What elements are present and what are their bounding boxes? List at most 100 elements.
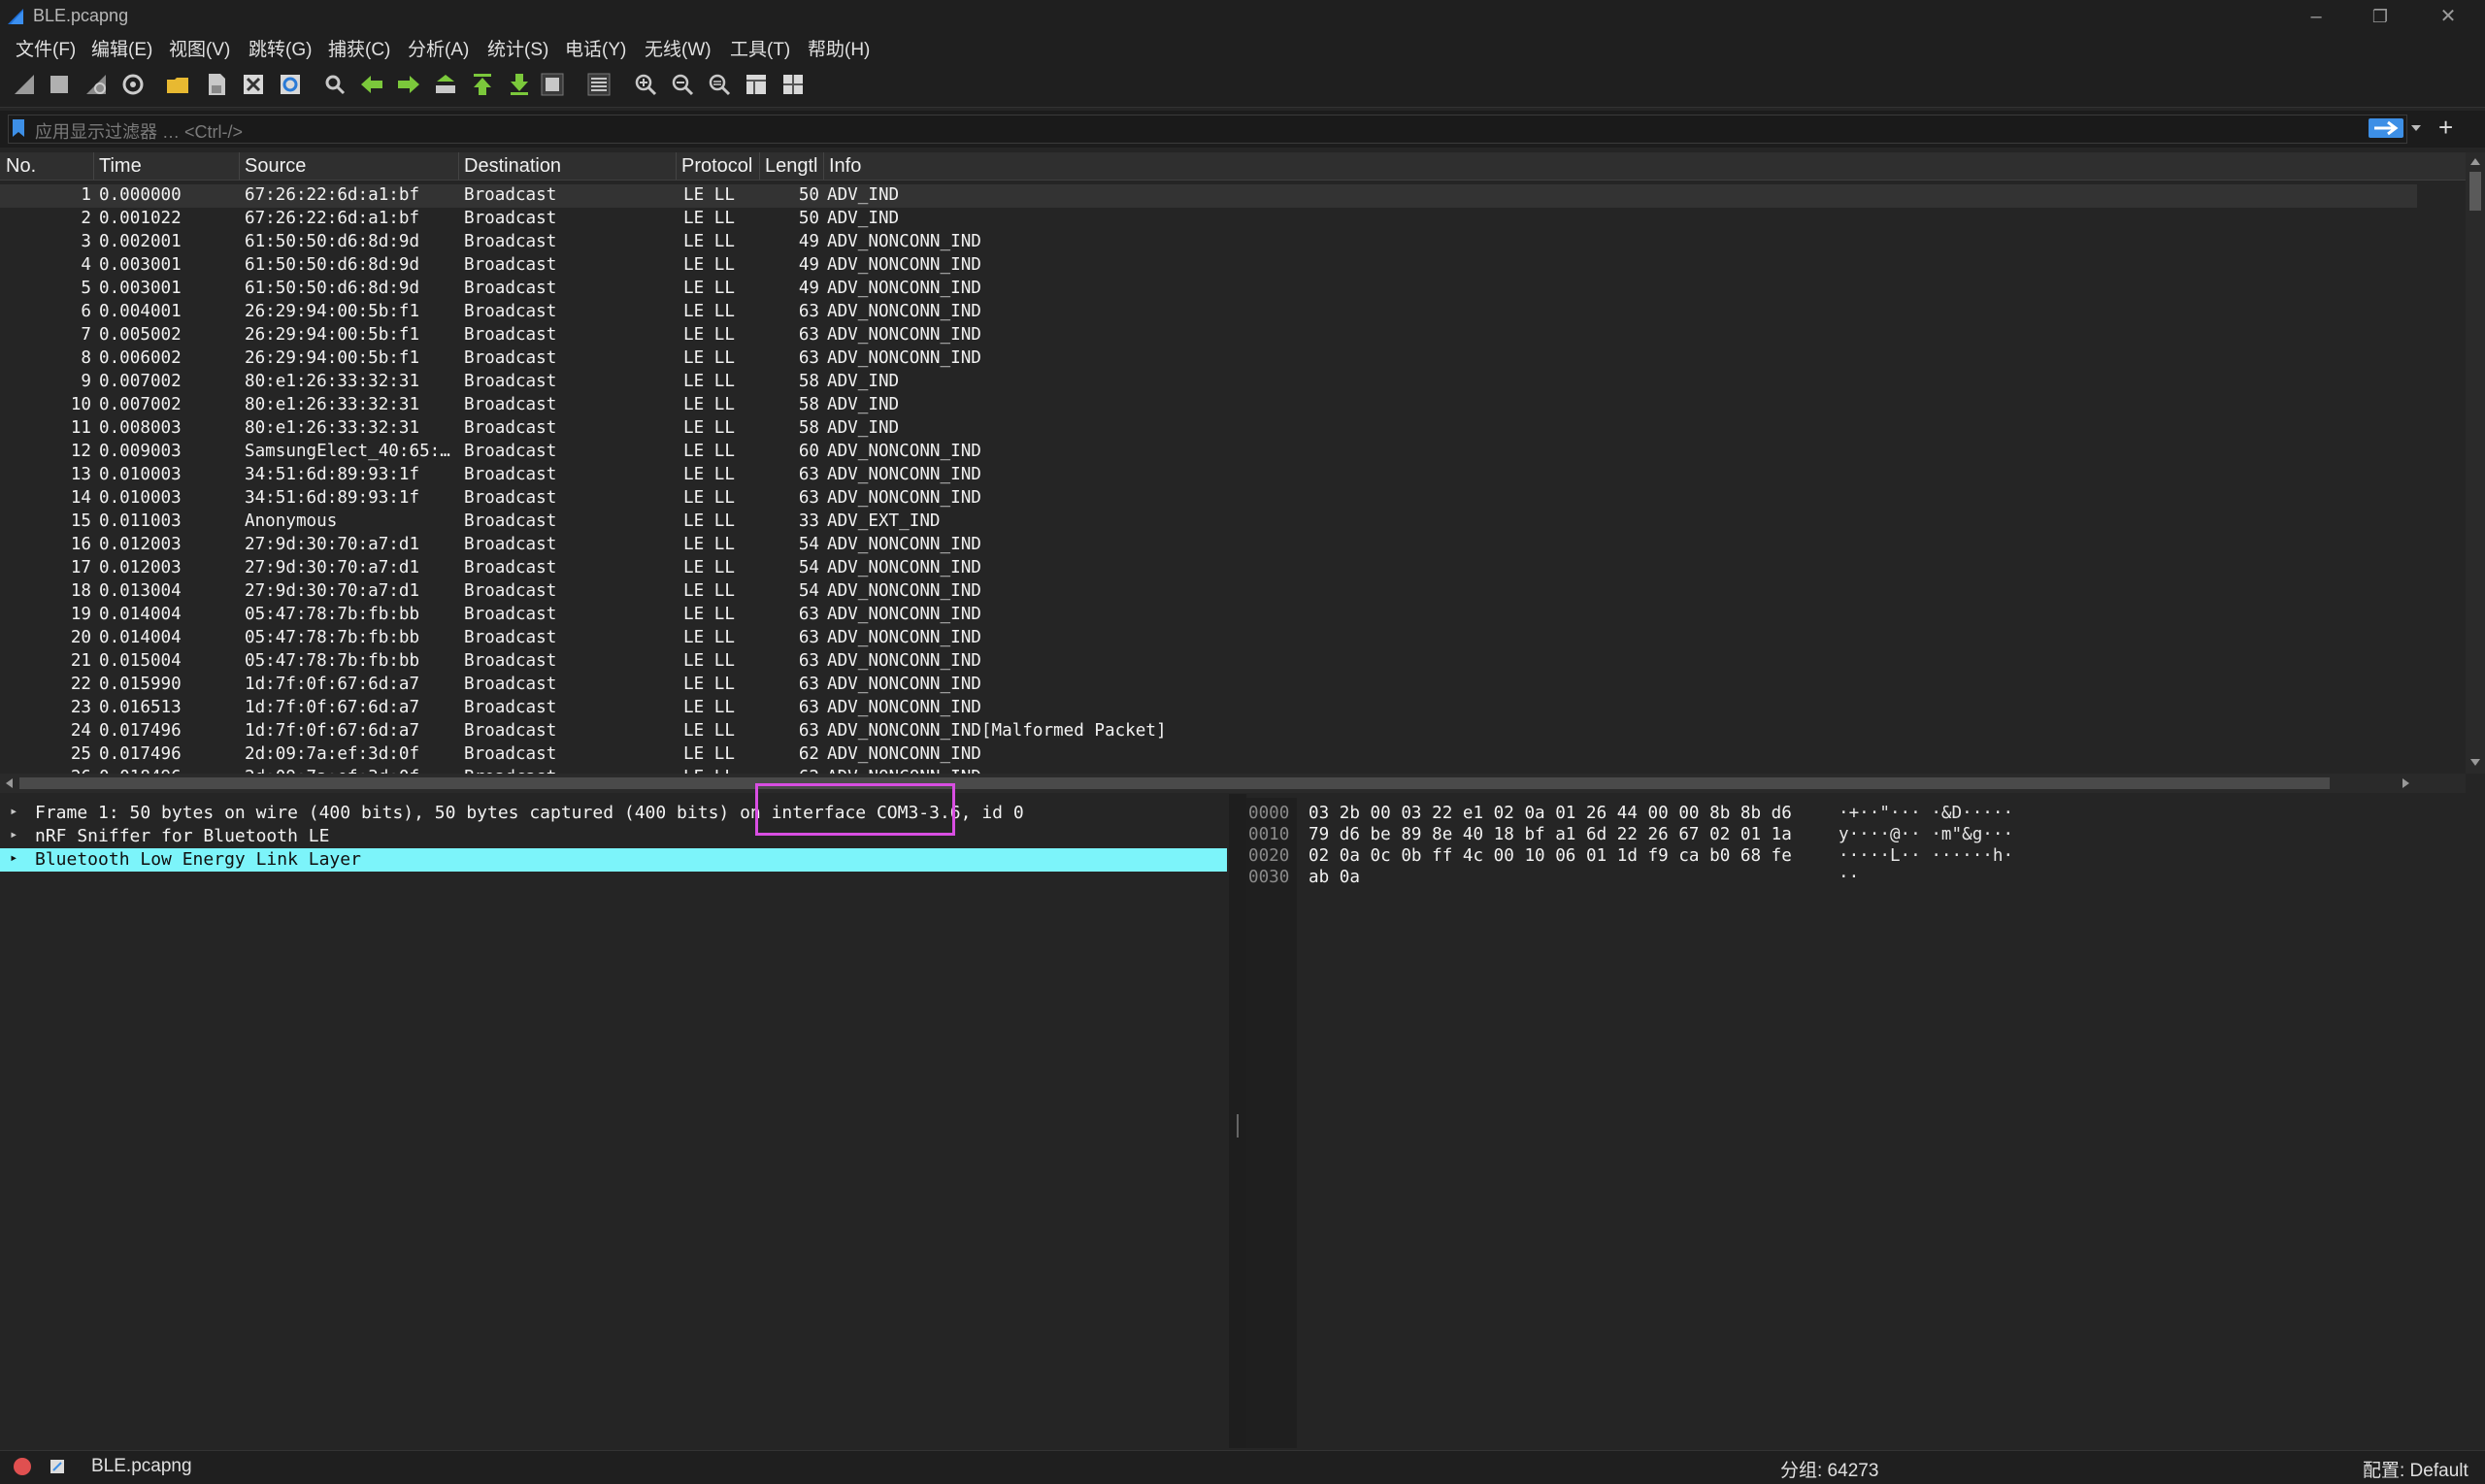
menu-tools[interactable]: 工具(T) (730, 35, 790, 61)
column-separator[interactable] (93, 152, 94, 180)
column-separator[interactable] (823, 152, 824, 180)
column-length[interactable]: Lengtl (765, 155, 818, 178)
close-button[interactable]: ✕ (2419, 0, 2477, 33)
column-separator[interactable] (239, 152, 240, 180)
display-filter-input[interactable] (8, 115, 2407, 144)
bytes-ascii[interactable]: y····@·· ·m"&g··· (1839, 825, 2013, 844)
restore-button[interactable]: ❐ (2351, 0, 2409, 33)
packet-row[interactable]: 19 0.014004 05:47:78:7b:fb:bb Broadcast LE L… (0, 604, 2417, 627)
layout-icon[interactable] (780, 72, 806, 97)
expand-arrow-icon[interactable]: ▸ (10, 827, 17, 842)
packet-row[interactable]: 21 0.015004 05:47:78:7b:fb:bb Broadcast LE L… (0, 650, 2417, 674)
bytes-ascii[interactable]: ·· (1839, 868, 1859, 887)
stop-capture-icon[interactable] (47, 72, 72, 97)
start-capture-icon[interactable] (12, 72, 37, 97)
packet-row[interactable]: 5 0.003001 61:50:50:d6:8d:9d Broadcast LE LL… (0, 278, 2417, 301)
column-separator[interactable] (676, 152, 677, 180)
packet-row[interactable]: 8 0.006002 26:29:94:00:5b:f1 Broadcast LE LL… (0, 347, 2417, 371)
column-separator[interactable] (458, 152, 459, 180)
menu-telephony[interactable]: 电话(Y) (565, 35, 626, 61)
packet-row[interactable]: 13 0.010003 34:51:6d:89:93:1f Broadcast LE L… (0, 464, 2417, 487)
capture-status-icon[interactable] (14, 1458, 31, 1475)
menu-view[interactable]: 视图(V) (169, 35, 230, 61)
scroll-left-icon[interactable] (4, 777, 14, 789)
packet-row[interactable]: 22 0.015990 1d:7f:0f:67:6d:a7 Broadcast LE L… (0, 674, 2417, 697)
minimize-button[interactable]: – (2287, 0, 2345, 33)
add-filter-button[interactable]: + (2438, 113, 2453, 143)
auto-scroll-icon[interactable] (540, 72, 565, 97)
splitter-grip[interactable] (1237, 1114, 1239, 1138)
tree-item-frame[interactable]: ▸ Frame 1: 50 bytes on wire (400 bits), … (0, 802, 1227, 825)
go-last-packet-icon[interactable] (507, 72, 532, 97)
menu-wireless[interactable]: 无线(W) (645, 35, 712, 61)
menu-help[interactable]: 帮助(H) (808, 35, 870, 61)
packet-row[interactable]: 12 0.009003 SamsungElect_40:65:… Broadcast L… (0, 441, 2417, 464)
menu-analyze[interactable]: 分析(A) (408, 35, 469, 61)
packet-list-vertical-scrollbar[interactable] (2466, 152, 2485, 774)
filter-history-chevron-icon[interactable] (2409, 122, 2423, 134)
packet-row[interactable]: 17 0.012003 27:9d:30:70:a7:d1 Broadcast LE L… (0, 557, 2417, 580)
go-back-icon[interactable] (359, 72, 384, 97)
packet-list-horizontal-scrollbar[interactable] (0, 774, 2466, 793)
packet-row[interactable]: 23 0.016513 1d:7f:0f:67:6d:a7 Broadcast LE L… (0, 697, 2417, 720)
column-time[interactable]: Time (99, 155, 142, 178)
bytes-ascii[interactable]: ·····L·· ······h· (1839, 846, 2013, 866)
bookmark-icon[interactable] (12, 118, 25, 138)
status-profile[interactable]: 配置: Default (2363, 1456, 2468, 1482)
packet-row[interactable]: 9 0.007002 80:e1:26:33:32:31 Broadcast LE LL… (0, 371, 2417, 394)
tree-item-ble-link-layer[interactable]: ▸ Bluetooth Low Energy Link Layer (0, 848, 1227, 872)
pane-splitter[interactable] (1229, 794, 1246, 1448)
column-source[interactable]: Source (245, 155, 306, 178)
zoom-out-icon[interactable] (670, 72, 695, 97)
column-separator[interactable] (759, 152, 760, 180)
vertical-scroll-thumb[interactable] (2469, 172, 2481, 211)
packet-row[interactable]: 6 0.004001 26:29:94:00:5b:f1 Broadcast LE LL… (0, 301, 2417, 324)
packet-row[interactable]: 4 0.003001 61:50:50:d6:8d:9d Broadcast LE LL… (0, 254, 2417, 278)
expand-arrow-icon[interactable]: ▸ (10, 850, 17, 866)
menu-statistics[interactable]: 统计(S) (487, 35, 548, 61)
packet-row[interactable]: 25 0.017496 2d:09:7a:ef:3d:0f Broadcast LE L… (0, 743, 2417, 767)
zoom-in-icon[interactable] (633, 72, 658, 97)
packet-row[interactable]: 1 0.000000 67:26:22:6d:a1:bf Broadcast LE LL… (0, 184, 2417, 208)
packet-row[interactable]: 3 0.002001 61:50:50:d6:8d:9d Broadcast LE LL… (0, 231, 2417, 254)
scroll-down-icon[interactable] (2469, 758, 2481, 768)
bytes-hex[interactable]: ab 0a (1309, 868, 1360, 887)
column-protocol[interactable]: Protocol (681, 155, 752, 178)
menu-file[interactable]: 文件(F) (16, 35, 76, 61)
column-info[interactable]: Info (829, 155, 861, 178)
bytes-hex[interactable]: 79 d6 be 89 8e 40 18 bf a1 6d 22 26 67 0… (1309, 825, 1792, 844)
tree-item-nrf-sniffer[interactable]: ▸ nRF Sniffer for Bluetooth LE (0, 825, 1227, 848)
normal-size-icon[interactable] (707, 72, 732, 97)
capture-comment-icon[interactable] (49, 1458, 66, 1475)
horizontal-scroll-thumb[interactable] (19, 777, 2330, 789)
packet-row[interactable]: 14 0.010003 34:51:6d:89:93:1f Broadcast LE L… (0, 487, 2417, 511)
restart-capture-icon[interactable] (83, 72, 109, 97)
menu-edit[interactable]: 编辑(E) (91, 35, 152, 61)
capture-options-icon[interactable] (120, 72, 146, 97)
packet-row[interactable]: 18 0.013004 27:9d:30:70:a7:d1 Broadcast LE L… (0, 580, 2417, 604)
column-destination[interactable]: Destination (464, 155, 561, 178)
menu-go[interactable]: 跳转(G) (248, 35, 312, 61)
colorize-icon[interactable] (586, 72, 612, 97)
scroll-right-icon[interactable] (2402, 777, 2411, 789)
close-file-icon[interactable] (241, 72, 266, 97)
packet-row[interactable]: 15 0.011003 Anonymous Broadcast LE LL 33 ADV_E… (0, 511, 2417, 534)
scroll-up-icon[interactable] (2469, 156, 2481, 166)
packet-row[interactable]: 16 0.012003 27:9d:30:70:a7:d1 Broadcast LE L… (0, 534, 2417, 557)
bytes-hex[interactable]: 03 2b 00 03 22 e1 02 0a 01 26 44 00 00 8… (1309, 804, 1792, 823)
packet-row[interactable]: 24 0.017496 1d:7f:0f:67:6d:a7 Broadcast LE L… (0, 720, 2417, 743)
open-file-icon[interactable] (165, 72, 190, 97)
packet-row[interactable]: 2 0.001022 67:26:22:6d:a1:bf Broadcast LE LL… (0, 208, 2417, 231)
packet-row[interactable]: 20 0.014004 05:47:78:7b:fb:bb Broadcast LE L… (0, 627, 2417, 650)
go-to-packet-icon[interactable] (433, 72, 458, 97)
go-forward-icon[interactable] (396, 72, 421, 97)
go-first-packet-icon[interactable] (470, 72, 495, 97)
resize-columns-icon[interactable] (744, 72, 769, 97)
packet-row[interactable]: 10 0.007002 80:e1:26:33:32:31 Broadcast LE L… (0, 394, 2417, 417)
find-packet-icon[interactable] (322, 72, 348, 97)
packet-row[interactable]: 7 0.005002 26:29:94:00:5b:f1 Broadcast LE LL… (0, 324, 2417, 347)
reload-file-icon[interactable] (278, 72, 303, 97)
column-no[interactable]: No. (6, 155, 36, 178)
bytes-ascii[interactable]: ·+··"··· ·&D····· (1839, 804, 2013, 823)
expand-arrow-icon[interactable]: ▸ (10, 804, 17, 819)
